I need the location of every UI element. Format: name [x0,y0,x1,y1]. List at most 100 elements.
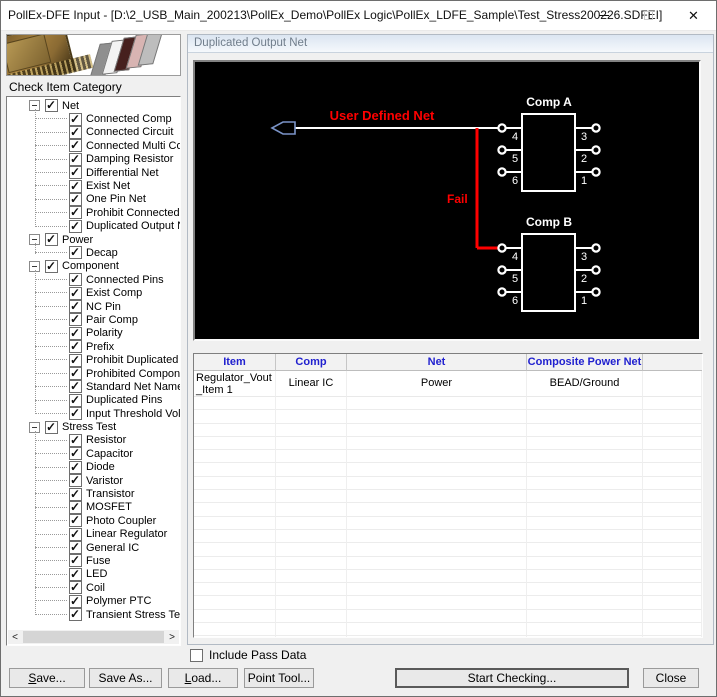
checkbox-icon[interactable] [69,299,82,314]
tree-item-capacitor[interactable]: Capacitor [7,446,180,461]
tree-item-fuse[interactable]: Fuse [7,553,180,568]
checkbox-icon[interactable] [69,393,82,407]
header-cell-net[interactable]: Net [347,354,527,371]
point-tool-button[interactable]: Point Tool... [244,668,314,688]
checkbox-icon[interactable] [69,487,82,501]
tree-item-exist-net[interactable]: Exist Net [7,179,180,193]
checkbox-icon[interactable] [45,420,58,434]
checkbox-icon[interactable] [69,272,82,287]
checkbox-icon[interactable] [69,312,82,327]
tree-item-transistor[interactable]: Transistor [7,487,180,501]
checkbox-icon[interactable] [69,165,82,180]
tree-item-led[interactable]: LED [7,567,180,581]
checkbox-icon[interactable] [69,152,82,166]
scroll-thumb[interactable] [23,631,164,643]
checkbox-icon[interactable] [69,245,82,260]
checkbox-icon[interactable] [69,192,82,206]
include-pass-data-checkbox[interactable]: Include Pass Data [190,648,306,662]
checkbox-icon[interactable] [69,460,82,474]
save-as-button[interactable]: Save As... [89,668,162,688]
checkbox-icon[interactable] [69,125,82,139]
tree-item-general-ic[interactable]: General IC [7,540,180,555]
tree-item-standard-net-name[interactable]: Standard Net Name [7,379,180,394]
tree-item-coil[interactable]: Coil [7,580,180,595]
checkbox-icon[interactable] [69,594,82,608]
tree-item-mosfet[interactable]: MOSFET [7,500,180,514]
tree-item-nc-pin[interactable]: NC Pin [7,299,180,314]
tree-item-net[interactable]: Net [7,99,180,113]
checkbox-icon[interactable] [69,527,82,541]
header-cell-composite-power-net[interactable]: Composite Power Net [527,354,643,371]
checkbox-icon[interactable] [69,179,82,193]
tree-item-prefix[interactable]: Prefix [7,339,180,354]
tree-item-differential-net[interactable]: Differential Net [7,165,180,180]
tree-item-pair-comp[interactable]: Pair Comp [7,312,180,327]
scroll-right-arrow[interactable]: > [165,630,179,644]
scroll-left-arrow[interactable]: < [8,630,22,644]
checkbox-icon[interactable] [69,219,82,233]
checkbox-icon[interactable] [45,99,58,113]
checkbox-icon[interactable] [45,259,58,273]
tree-item-power[interactable]: Power [7,232,180,247]
save-button[interactable]: Save... [9,668,85,688]
tree-item-prohibited-component[interactable]: Prohibited Component [7,366,180,380]
close-button[interactable]: Close [643,668,699,688]
checkbox-icon[interactable] [69,406,82,421]
checkbox-icon[interactable] [69,473,82,488]
table-row[interactable]: Regulator_Vout_Item 1 Linear IC Power BEAD/… [194,371,702,397]
header-cell-comp[interactable]: Comp [276,354,347,371]
tree-item-connected-circuit[interactable]: Connected Circuit [7,125,180,139]
checkbox-icon[interactable] [69,567,82,581]
tree-item-one-pin-net[interactable]: One Pin Net [7,192,180,206]
maximize-button[interactable] [626,1,671,30]
tree-item-polarity[interactable]: Polarity [7,326,180,340]
tree-item-input-threshold-voltage[interactable]: Input Threshold Voltage [7,406,180,421]
tree-item-resistor[interactable]: Resistor [7,433,180,447]
checkbox-icon[interactable] [69,138,82,153]
tree-item-linear-regulator[interactable]: Linear Regulator [7,527,180,541]
tree-item-prohibit-connected-comp[interactable]: Prohibit Connected Comp [7,205,180,220]
checkbox-icon[interactable] [69,112,82,126]
tree-item-exist-comp[interactable]: Exist Comp [7,286,180,300]
tree-item-transient-stress-test[interactable]: Transient Stress Test [7,607,180,622]
checkbox-icon[interactable] [69,513,82,528]
checkbox-icon[interactable] [45,232,58,247]
checkbox-icon[interactable] [69,366,82,380]
tree-item-duplicated-pins[interactable]: Duplicated Pins [7,393,180,407]
tree-horizontal-scrollbar[interactable]: < > [8,630,179,644]
tree-item-duplicated-output-net[interactable]: Duplicated Output Net [7,219,180,233]
checkbox-icon[interactable] [69,326,82,340]
checkbox-icon[interactable] [69,339,82,354]
tree-item-damping-resistor[interactable]: Damping Resistor [7,152,180,166]
start-checking-button[interactable]: Start Checking... [395,668,629,688]
tree-item-polymer-ptc[interactable]: Polymer PTC [7,594,180,608]
table-cell [194,556,276,570]
tree-item-stress-test[interactable]: Stress Test [7,420,180,434]
header-cell-item[interactable]: Item [194,354,276,371]
checkbox-icon[interactable] [69,607,82,622]
load-button[interactable]: Load... [168,668,238,688]
tree-item-component[interactable]: Component [7,259,180,273]
checkbox-icon[interactable] [69,553,82,568]
tree-item-prohibit-duplicated-net[interactable]: Prohibit Duplicated Net [7,353,180,367]
checkbox-icon[interactable] [69,500,82,514]
tree-item-connected-comp[interactable]: Connected Comp [7,112,180,126]
tree-item-varistor[interactable]: Varistor [7,473,180,488]
tree-item-diode[interactable]: Diode [7,460,180,474]
checkbox-icon[interactable] [190,648,203,662]
title-bar[interactable]: PollEx-DFE Input - [D:\2_USB_Main_200213… [1,1,716,31]
checkbox-icon[interactable] [69,205,82,220]
minimize-button[interactable] [581,1,626,30]
checkbox-icon[interactable] [69,580,82,595]
checkbox-icon[interactable] [69,353,82,367]
checkbox-icon[interactable] [69,379,82,394]
tree-item-decap[interactable]: Decap [7,245,180,260]
checkbox-icon[interactable] [69,446,82,461]
close-button[interactable]: ✕ [671,1,716,30]
tree-item-photo-coupler[interactable]: Photo Coupler [7,513,180,528]
tree-item-connected-pins[interactable]: Connected Pins [7,272,180,287]
checkbox-icon[interactable] [69,286,82,300]
checkbox-icon[interactable] [69,540,82,555]
tree-item-connected-multi-comp[interactable]: Connected Multi Comp [7,138,180,153]
checkbox-icon[interactable] [69,433,82,447]
